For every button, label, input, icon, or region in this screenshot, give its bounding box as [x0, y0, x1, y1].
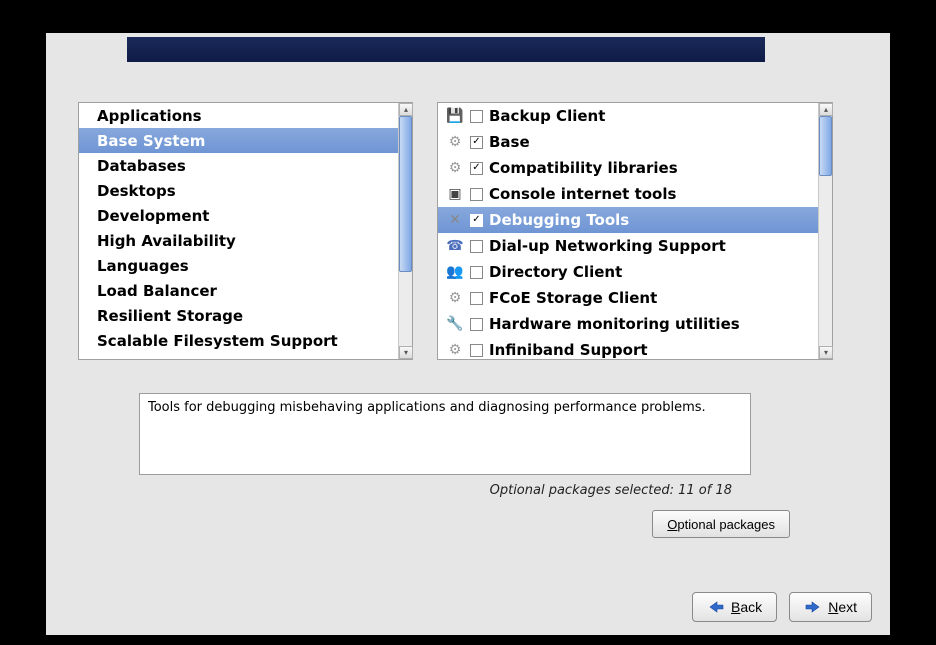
package-item[interactable]: 👥 Directory Client [438, 259, 818, 285]
package-checkbox[interactable]: ✓ [470, 214, 483, 227]
package-checkbox[interactable] [470, 266, 483, 279]
package-panel: 💾 Backup Client ⚙ ✓ Base ⚙ ✓ Compatibility libr… [437, 102, 833, 360]
category-panel: ApplicationsBase SystemDatabasesDesktops… [78, 102, 413, 360]
package-label: Debugging Tools [489, 211, 629, 229]
category-list[interactable]: ApplicationsBase SystemDatabasesDesktops… [79, 103, 398, 359]
package-label: FCoE Storage Client [489, 289, 657, 307]
package-label: Infiniband Support [489, 341, 648, 359]
button-label: Next [828, 599, 857, 615]
navigation-buttons: Back Next [692, 592, 872, 622]
package-item[interactable]: 💾 Backup Client [438, 103, 818, 129]
package-checkbox[interactable] [470, 344, 483, 357]
category-item[interactable]: Load Balancer [79, 278, 398, 303]
hw-icon: 🔧 [446, 315, 464, 333]
package-list[interactable]: 💾 Backup Client ⚙ ✓ Base ⚙ ✓ Compatibility libr… [438, 103, 818, 359]
next-button[interactable]: Next [789, 592, 872, 622]
header-banner [127, 37, 765, 62]
category-item[interactable]: Resilient Storage [79, 303, 398, 328]
scroll-down-icon[interactable]: ▾ [819, 346, 833, 359]
package-item[interactable]: ▣ Console internet tools [438, 181, 818, 207]
selection-panels: ApplicationsBase SystemDatabasesDesktops… [78, 102, 858, 360]
package-item[interactable]: ⚙ FCoE Storage Client [438, 285, 818, 311]
package-scrollbar[interactable]: ▴ ▾ [818, 103, 832, 359]
package-label: Dial-up Networking Support [489, 237, 726, 255]
scroll-track[interactable] [819, 116, 832, 346]
check-icon: ✓ [472, 163, 480, 173]
package-item[interactable]: 🔧 Hardware monitoring utilities [438, 311, 818, 337]
disk-icon: 💾 [446, 107, 464, 125]
package-checkbox[interactable]: ✓ [470, 136, 483, 149]
scroll-up-icon[interactable]: ▴ [399, 103, 413, 116]
scroll-track[interactable] [399, 116, 412, 346]
gear-icon: ⚙ [446, 159, 464, 177]
package-label: Backup Client [489, 107, 605, 125]
tools-icon: ✕ [446, 211, 464, 229]
optional-packages-status: Optional packages selected: 11 of 18 [490, 483, 732, 498]
back-button[interactable]: Back [692, 592, 777, 622]
package-item[interactable]: ☎ Dial-up Networking Support [438, 233, 818, 259]
category-item[interactable]: Development [79, 203, 398, 228]
arrow-left-icon [707, 600, 725, 614]
package-checkbox[interactable] [470, 110, 483, 123]
gear-icon: ⚙ [446, 289, 464, 307]
package-label: Compatibility libraries [489, 159, 678, 177]
scroll-up-icon[interactable]: ▴ [819, 103, 833, 116]
package-checkbox[interactable] [470, 292, 483, 305]
category-item[interactable]: Base System [79, 128, 398, 153]
package-label: Console internet tools [489, 185, 676, 203]
gear-icon: ⚙ [446, 341, 464, 359]
category-scrollbar[interactable]: ▴ ▾ [398, 103, 412, 359]
package-checkbox[interactable] [470, 240, 483, 253]
package-item[interactable]: ✕ ✓ Debugging Tools [438, 207, 818, 233]
arrow-right-icon [804, 600, 822, 614]
package-checkbox[interactable] [470, 188, 483, 201]
category-item[interactable]: Applications [79, 103, 398, 128]
optional-packages-button[interactable]: Optional packages [652, 510, 790, 538]
package-checkbox[interactable] [470, 318, 483, 331]
term-icon: ▣ [446, 185, 464, 203]
package-label: Base [489, 133, 530, 151]
button-label: Back [731, 599, 762, 615]
package-item[interactable]: ⚙ ✓ Base [438, 129, 818, 155]
gear-icon: ⚙ [446, 133, 464, 151]
check-icon: ✓ [472, 215, 480, 225]
installer-window: ApplicationsBase SystemDatabasesDesktops… [45, 32, 891, 636]
package-label: Directory Client [489, 263, 622, 281]
scroll-down-icon[interactable]: ▾ [399, 346, 413, 359]
scroll-thumb[interactable] [399, 116, 412, 272]
button-label: Optional packages [667, 517, 775, 532]
scroll-thumb[interactable] [819, 116, 832, 176]
package-item[interactable]: ⚙ Infiniband Support [438, 337, 818, 359]
phone-icon: ☎ [446, 237, 464, 255]
people-icon: 👥 [446, 263, 464, 281]
package-description: Tools for debugging misbehaving applicat… [139, 393, 751, 475]
category-item[interactable]: Languages [79, 253, 398, 278]
category-item[interactable]: Desktops [79, 178, 398, 203]
category-item[interactable]: Scalable Filesystem Support [79, 328, 398, 353]
category-item[interactable]: High Availability [79, 228, 398, 253]
category-item[interactable]: Databases [79, 153, 398, 178]
check-icon: ✓ [472, 137, 480, 147]
package-checkbox[interactable]: ✓ [470, 162, 483, 175]
package-item[interactable]: ⚙ ✓ Compatibility libraries [438, 155, 818, 181]
package-label: Hardware monitoring utilities [489, 315, 740, 333]
